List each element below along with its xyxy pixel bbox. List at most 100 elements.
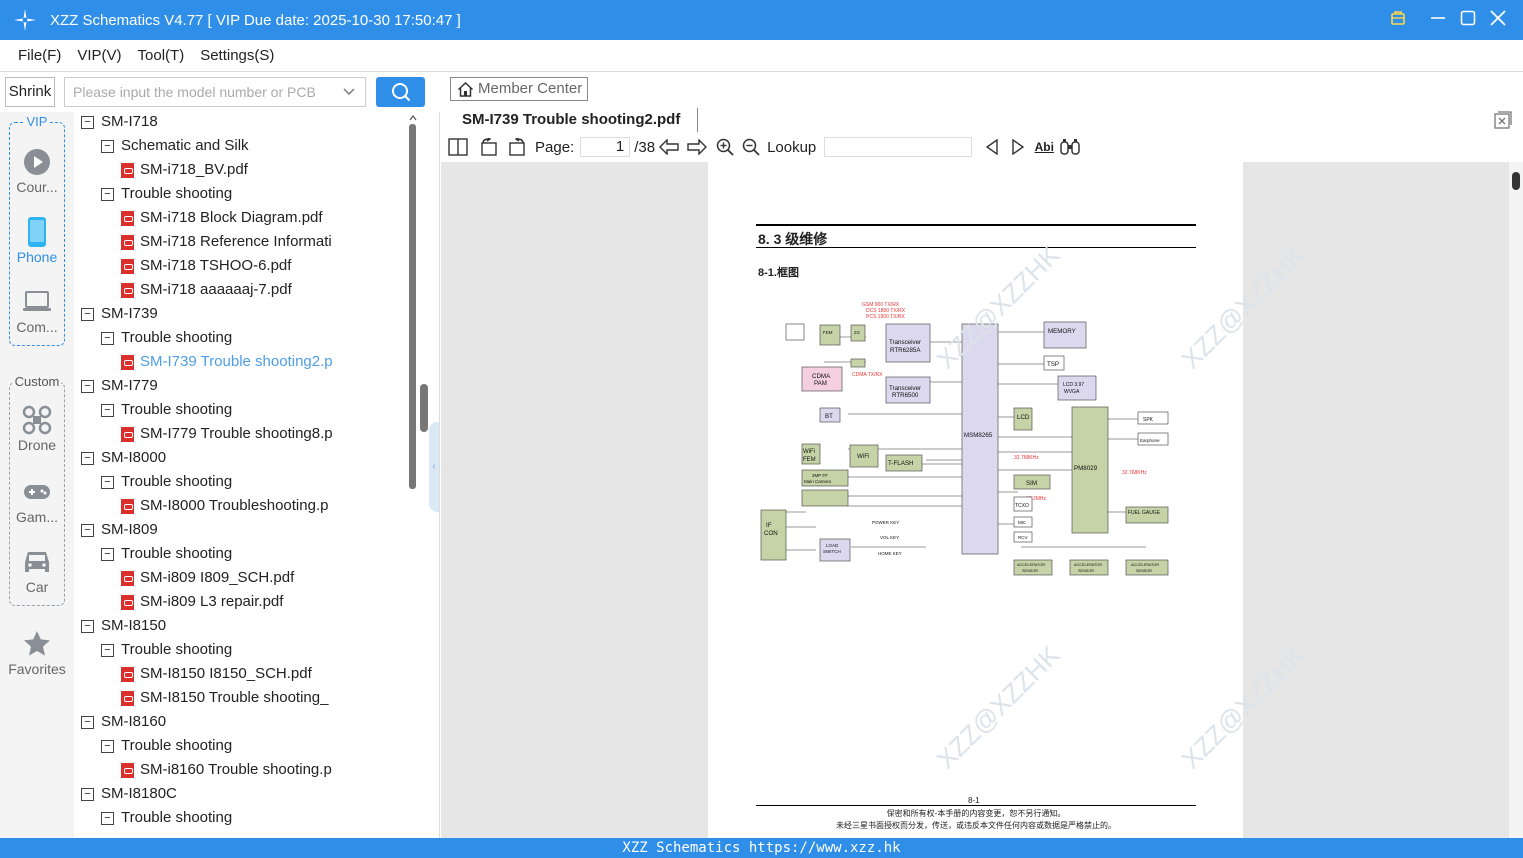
nav-drone[interactable]: Drone	[10, 403, 64, 453]
tree-file-item[interactable]: SM-I8150 I8150_SCH.pdf	[121, 662, 408, 686]
car-icon	[10, 545, 64, 579]
maximize-icon[interactable]	[1453, 10, 1483, 31]
collapse-icon[interactable]: −	[101, 643, 114, 657]
tree-folder-item[interactable]: − SM-I8150	[81, 614, 408, 638]
collapse-icon[interactable]: −	[81, 619, 94, 633]
tree-file-item[interactable]: SM-i718_BV.pdf	[121, 158, 408, 182]
tree-folder-item[interactable]: − Trouble shooting	[101, 398, 408, 422]
collapse-icon[interactable]: −	[81, 451, 94, 465]
tree-file-item[interactable]: SM-i718 Block Diagram.pdf	[121, 206, 408, 230]
tree-folder-item[interactable]: − Trouble shooting	[101, 182, 408, 206]
pdf-viewer[interactable]: 8. 3 级维修 8-1.框图 GSM 900 TX/RX DCS 1800 T…	[441, 162, 1509, 838]
rotate-right-icon[interactable]	[503, 133, 531, 161]
chevron-down-icon[interactable]	[343, 78, 355, 115]
tree-item-label: Trouble shooting	[121, 473, 233, 490]
vip-group-label: VIP	[24, 114, 50, 129]
tree-file-item[interactable]: SM-i718 Reference Informati	[121, 230, 408, 254]
tree-folder-item[interactable]: − Trouble shooting	[101, 734, 408, 758]
match-case-button[interactable]: Abi	[1030, 133, 1058, 161]
zoom-out-icon[interactable]	[739, 133, 763, 161]
viewer-scrollbar[interactable]	[1509, 162, 1523, 838]
collapse-icon[interactable]: −	[81, 787, 94, 801]
menu-file[interactable]: File(F)	[18, 47, 61, 64]
tree-folder-item[interactable]: − SM-I718	[81, 112, 408, 134]
scroll-up-icon[interactable]	[409, 114, 417, 122]
tree-file-item[interactable]: SM-I739 Trouble shooting2.p	[121, 350, 408, 374]
collapse-icon[interactable]: −	[81, 523, 94, 537]
tree-scroll-thumb[interactable]	[409, 124, 416, 489]
collapse-icon[interactable]: −	[101, 403, 114, 417]
collapse-icon[interactable]: −	[101, 139, 114, 153]
menu-settings[interactable]: Settings(S)	[200, 47, 274, 64]
collapse-icon[interactable]: −	[101, 547, 114, 561]
page-label: Page:	[535, 138, 575, 156]
nav-car[interactable]: Car	[10, 545, 64, 595]
nav-favorites[interactable]: Favorites	[0, 627, 74, 677]
tree-file-item[interactable]: SM-I8150 Trouble shooting_	[121, 686, 408, 710]
rotate-left-icon[interactable]	[475, 133, 503, 161]
tree-file-item[interactable]: SM-i718 TSHOO-6.pdf	[121, 254, 408, 278]
tree-folder-item[interactable]: − Schematic and Silk	[101, 134, 408, 158]
shrink-button[interactable]: Shrink	[5, 77, 55, 107]
collapse-icon[interactable]: −	[81, 379, 94, 393]
svg-text:Transceiver: Transceiver	[889, 339, 921, 346]
svg-text:SENSOR: SENSOR	[1078, 569, 1094, 573]
collapse-icon[interactable]: −	[101, 187, 114, 201]
zoom-in-icon[interactable]	[711, 133, 739, 161]
nav-computer[interactable]: Com...	[10, 285, 64, 335]
vip-badge-icon[interactable]	[1383, 10, 1413, 31]
tree-file-item[interactable]: SM-i809 L3 repair.pdf	[121, 590, 408, 614]
tree-folder-item[interactable]: − Trouble shooting	[101, 326, 408, 350]
menu-vip[interactable]: VIP(V)	[77, 47, 121, 64]
collapse-icon[interactable]: −	[81, 115, 94, 129]
tree-folder-item[interactable]: − SM-I739	[81, 302, 408, 326]
nav-game[interactable]: Gam...	[10, 475, 64, 525]
nav-phone[interactable]: Phone	[10, 215, 64, 265]
search-button[interactable]	[376, 77, 425, 107]
binoculars-icon[interactable]	[1058, 133, 1082, 161]
collapse-icon[interactable]: −	[81, 307, 94, 321]
find-prev-icon[interactable]	[978, 133, 1006, 161]
drone-icon	[10, 403, 64, 437]
tree-file-item[interactable]: SM-I8000 Troubleshooting.p	[121, 494, 408, 518]
tree-folder-item[interactable]: − Trouble shooting	[101, 542, 408, 566]
collapse-icon[interactable]: −	[101, 739, 114, 753]
tab-document[interactable]: SM-I739 Trouble shooting2.pdf	[450, 108, 698, 132]
menu-tool[interactable]: Tool(T)	[138, 47, 185, 64]
tree-file-item[interactable]: SM-I779 Trouble shooting8.p	[121, 422, 408, 446]
tree-folder-item[interactable]: − Trouble shooting	[101, 806, 408, 830]
nav-course[interactable]: Cour...	[10, 145, 64, 195]
collapse-panel-icon[interactable]: ‹	[429, 422, 439, 512]
collapse-icon[interactable]: −	[101, 331, 114, 345]
minimize-icon[interactable]	[1423, 10, 1453, 31]
member-center-button[interactable]: Member Center	[450, 77, 588, 101]
two-page-view-icon[interactable]	[441, 133, 475, 161]
tree-folder-item[interactable]: − SM-I809	[81, 518, 408, 542]
tree-folder-item[interactable]: − SM-I779	[81, 374, 408, 398]
prev-page-arrow-icon[interactable]	[655, 133, 683, 161]
lookup-input[interactable]	[824, 137, 973, 157]
tree-item-label: Trouble shooting	[121, 641, 233, 658]
viewer-scroll-thumb[interactable]	[1512, 172, 1520, 190]
tree-file-item[interactable]: SM-i8160 Trouble shooting.p	[121, 758, 408, 782]
tree-folder-item[interactable]: − SM-I8160	[81, 710, 408, 734]
next-page-arrow-icon[interactable]	[683, 133, 711, 161]
close-tab-icon[interactable]	[1493, 110, 1513, 130]
panel-splitter[interactable]: ‹	[418, 112, 440, 838]
tree-scrollbar[interactable]	[408, 112, 418, 838]
tree-folder-item[interactable]: − Trouble shooting	[101, 470, 408, 494]
splitter-handle[interactable]	[420, 384, 428, 432]
tree-folder-item[interactable]: − SM-I8000	[81, 446, 408, 470]
collapse-icon[interactable]: −	[101, 475, 114, 489]
close-icon[interactable]	[1483, 9, 1513, 31]
tree-file-item[interactable]: SM-i718 aaaaaaj-7.pdf	[121, 278, 408, 302]
search-input[interactable]: Please input the model number or PCB	[64, 77, 366, 107]
tree-folder-item[interactable]: − Trouble shooting	[101, 638, 408, 662]
find-next-icon[interactable]	[1006, 133, 1030, 161]
collapse-icon[interactable]: −	[101, 811, 114, 825]
tree-item-label: SM-i8160 Trouble shooting.p	[140, 761, 332, 778]
page-number-input[interactable]: 1	[580, 137, 631, 157]
tree-file-item[interactable]: SM-i809 I809_SCH.pdf	[121, 566, 408, 590]
collapse-icon[interactable]: −	[81, 715, 94, 729]
tree-folder-item[interactable]: − SM-I8180C	[81, 782, 408, 806]
